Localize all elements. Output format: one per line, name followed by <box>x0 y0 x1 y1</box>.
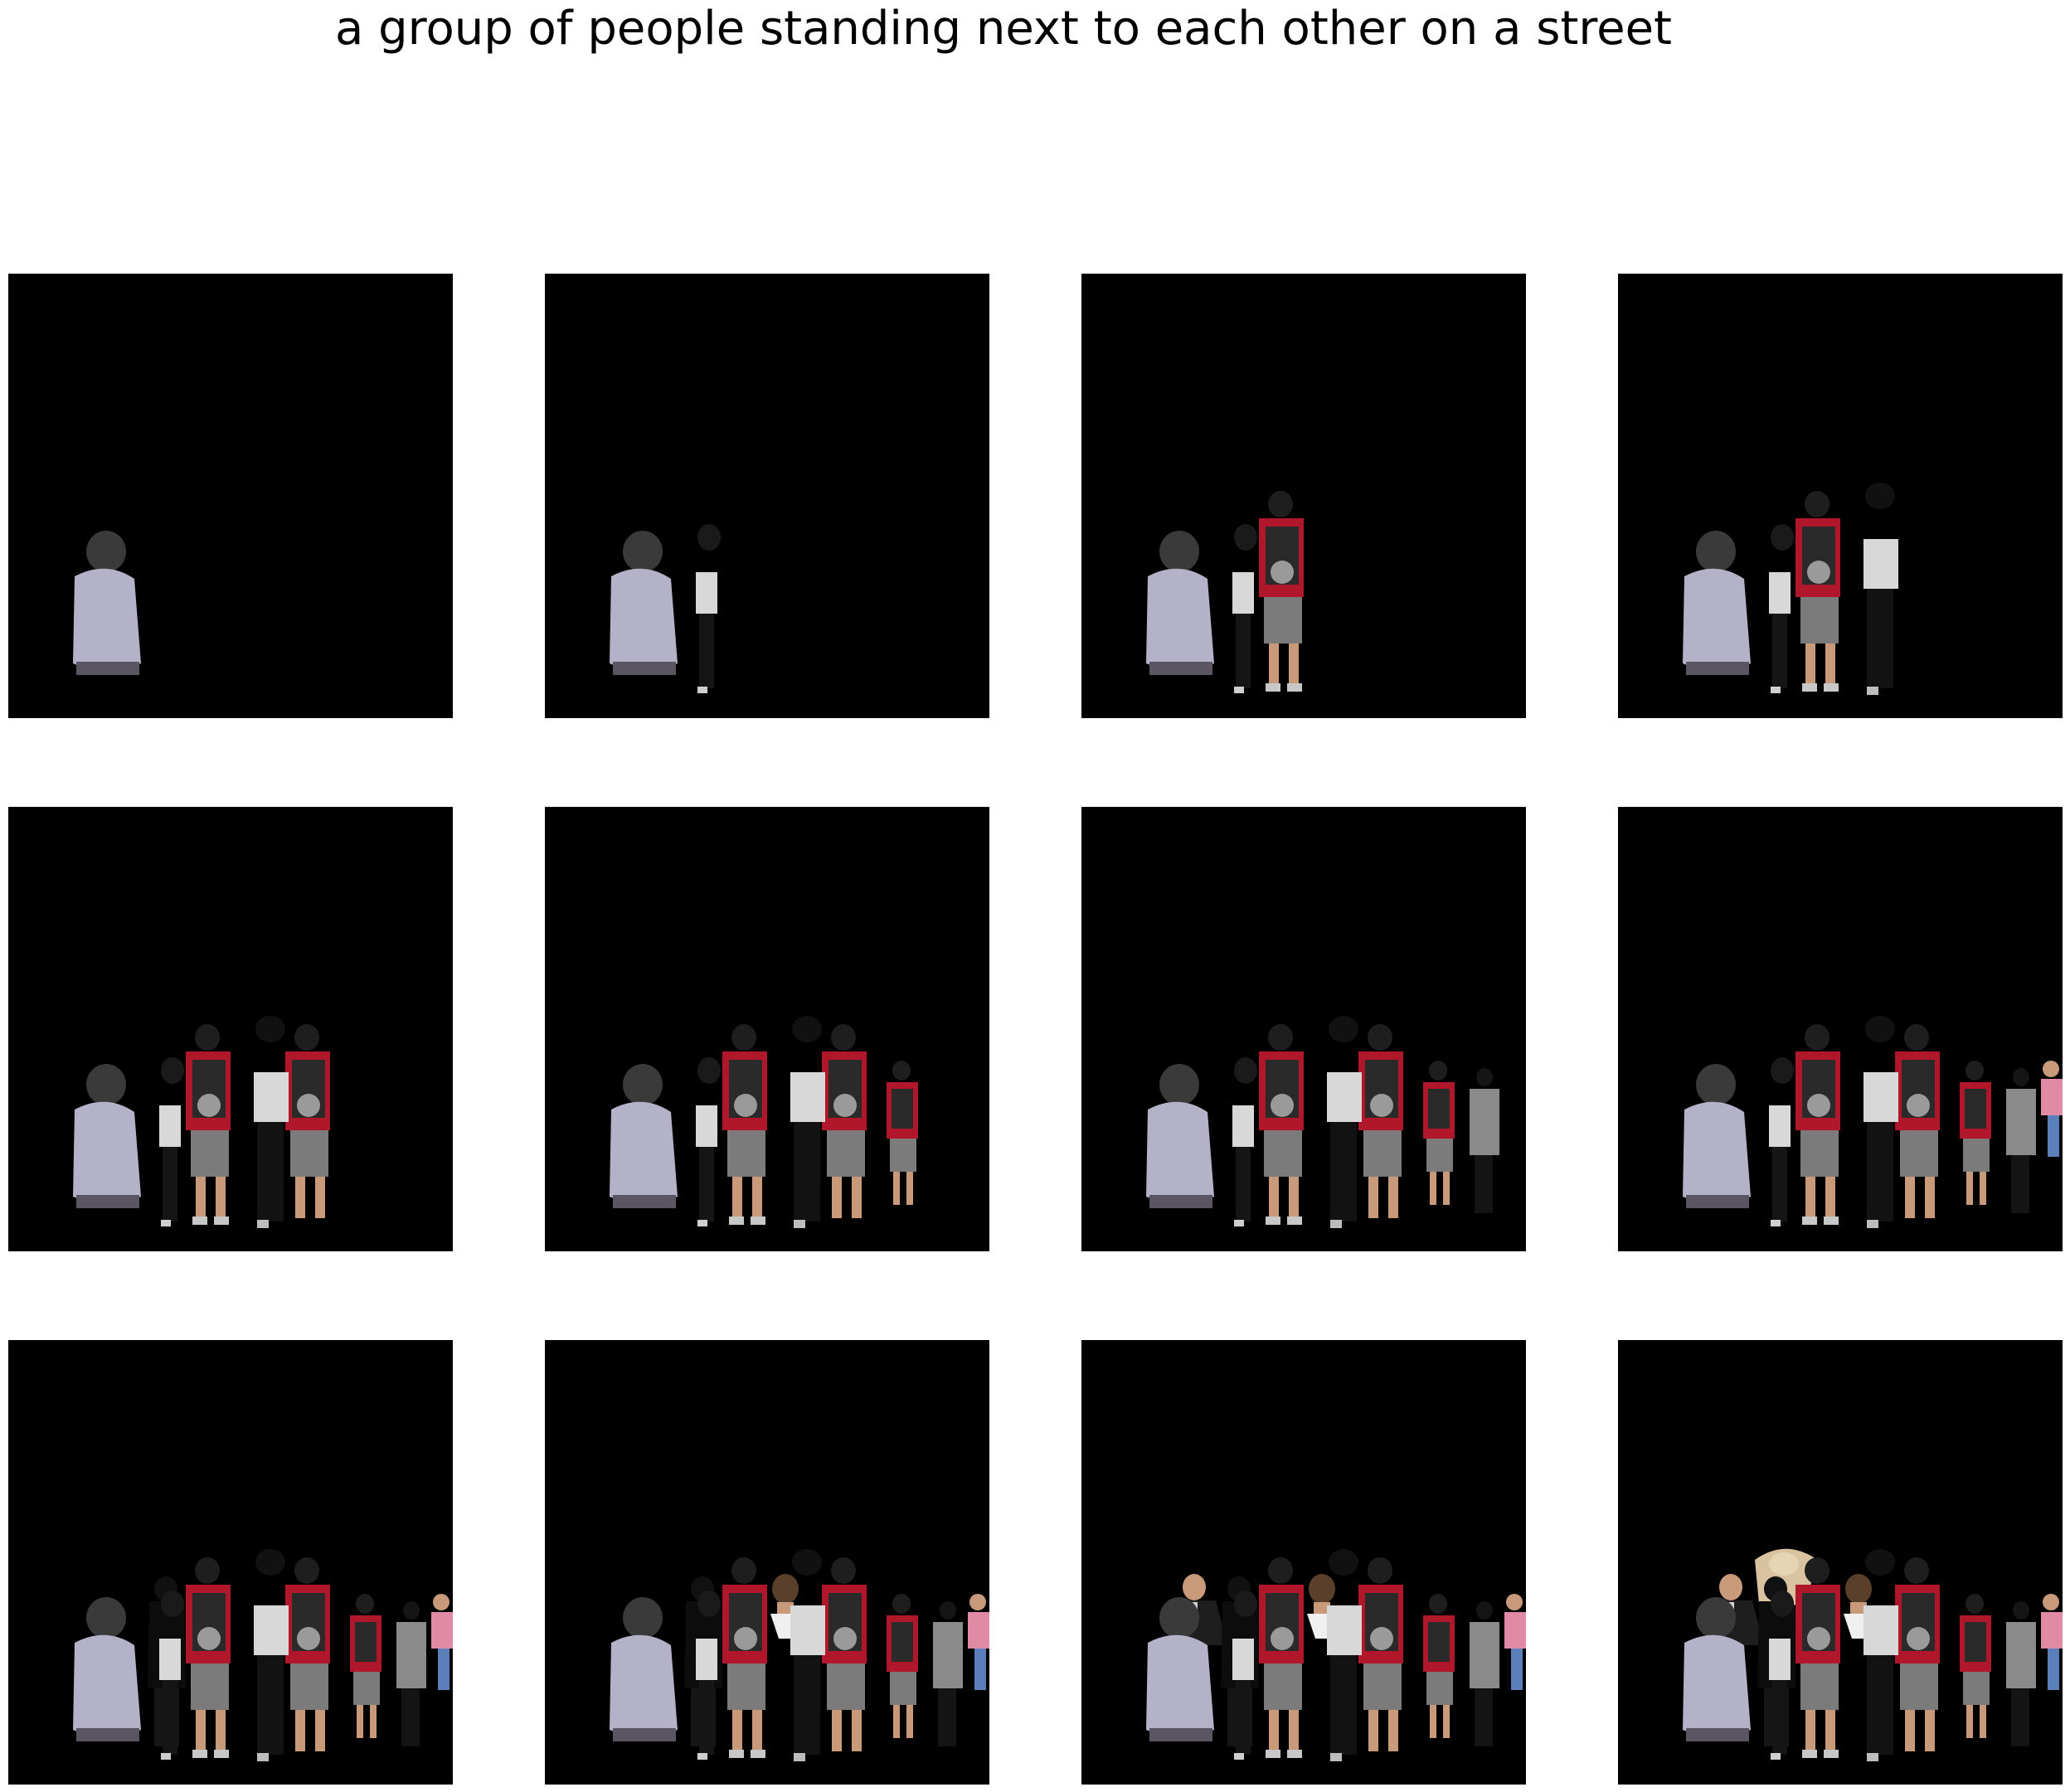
image-panel-2 <box>545 274 989 718</box>
person-gray-hoodie-seated <box>1146 1064 1214 1208</box>
person-red-shirt-backpack-1 <box>186 1024 231 1225</box>
person-red-shirt-backpack-2 <box>285 1557 330 1751</box>
person-red-shirt-backpack-2 <box>1895 1557 1940 1751</box>
person-pink-shirt <box>2041 1061 2063 1157</box>
panel-image <box>73 1016 330 1228</box>
person-red-shirt-backpack-1 <box>1795 491 1840 692</box>
panel-image <box>1683 1016 2063 1228</box>
person-red-shirt-child <box>1423 1594 1455 1738</box>
person-gray-jacket <box>2006 1068 2036 1213</box>
person-gray-hoodie-seated <box>610 1064 678 1208</box>
person-gray-hoodie-seated <box>1683 531 1751 675</box>
person-red-shirt-backpack-1 <box>1259 1557 1304 1758</box>
person-pink-shirt <box>431 1594 453 1690</box>
image-panel-9 <box>8 1340 453 1785</box>
image-panel-6 <box>545 807 989 1251</box>
person-red-shirt-child <box>1423 1061 1455 1205</box>
person-red-shirt-backpack-1 <box>722 1557 767 1758</box>
person-pink-shirt <box>2041 1594 2063 1690</box>
person-red-shirt-backpack-2 <box>1358 1024 1403 1218</box>
person-gray-hoodie-seated <box>1683 1064 1751 1208</box>
person-red-shirt-backpack-2 <box>1358 1557 1403 1751</box>
image-panel-11 <box>1081 1340 1526 1785</box>
image-panel-10 <box>545 1340 989 1785</box>
panel-image <box>610 1016 918 1228</box>
panel-image <box>1683 483 1898 695</box>
person-gray-jacket <box>1470 1601 1499 1746</box>
person-red-shirt-backpack-2 <box>822 1557 867 1751</box>
person-red-shirt-backpack-1 <box>722 1024 767 1225</box>
person-white-top-black-pants <box>790 1016 825 1228</box>
person-white-top-black-pants <box>1327 1016 1362 1228</box>
person-gray-jacket <box>1470 1068 1499 1213</box>
image-panel-12 <box>1618 1340 2063 1785</box>
person-red-shirt-backpack-2 <box>822 1024 867 1218</box>
person-gray-hoodie-seated <box>610 1597 678 1741</box>
person-red-shirt-child <box>1960 1594 1991 1738</box>
panel-image <box>1146 1016 1499 1228</box>
person-gray-hoodie-seated <box>610 531 678 675</box>
person-red-shirt-backpack-1 <box>186 1557 231 1758</box>
person-red-shirt-backpack-1 <box>1795 1024 1840 1225</box>
person-white-top-black-pants <box>254 1549 289 1761</box>
panel-image <box>1146 1549 1526 1761</box>
image-panel-7 <box>1081 807 1526 1251</box>
person-gray-jacket <box>396 1601 426 1746</box>
image-panel-4 <box>1618 274 2063 718</box>
panel-image <box>610 1549 989 1761</box>
person-red-shirt-backpack-1 <box>1259 1024 1304 1225</box>
person-gray-hoodie-seated <box>73 1064 141 1208</box>
person-red-shirt-child <box>887 1061 918 1205</box>
person-gray-jacket <box>933 1601 963 1746</box>
person-dark-small <box>1232 1057 1257 1226</box>
person-pink-shirt <box>1504 1594 1526 1690</box>
image-panel-1 <box>8 274 453 718</box>
person-dark-small <box>159 1057 184 1226</box>
person-white-top-black-pants <box>254 1016 289 1228</box>
person-gray-hoodie-seated <box>1146 531 1214 675</box>
person-pink-shirt <box>968 1594 989 1690</box>
person-red-shirt-backpack-1 <box>1259 491 1304 692</box>
person-dark-small <box>696 524 721 693</box>
image-panel-3 <box>1081 274 1526 718</box>
person-dark-small <box>1769 1057 1794 1226</box>
person-white-top-black-pants <box>1863 483 1898 695</box>
person-red-shirt-child <box>350 1594 381 1738</box>
person-gray-hoodie-seated <box>73 1597 141 1741</box>
person-dark-small <box>1232 524 1257 693</box>
person-red-shirt-child <box>887 1594 918 1738</box>
person-dark-small <box>1769 524 1794 693</box>
person-white-top-black-pants <box>1863 1016 1898 1228</box>
figure-title: a group of people standing next to each … <box>334 2 1673 56</box>
person-red-shirt-backpack-1 <box>1795 1557 1840 1758</box>
person-red-shirt-child <box>1960 1061 1991 1205</box>
person-red-shirt-backpack-2 <box>1895 1024 1940 1218</box>
panel-image <box>1146 491 1304 693</box>
image-panel-8 <box>1618 807 2063 1251</box>
panel-image <box>1683 1548 2063 1761</box>
person-dark-small <box>696 1057 721 1226</box>
panel-image <box>610 524 721 693</box>
person-red-shirt-backpack-2 <box>285 1024 330 1218</box>
panel-image <box>73 531 141 675</box>
panel-image <box>73 1549 453 1761</box>
person-gray-jacket <box>2006 1601 2036 1746</box>
image-panel-5 <box>8 807 453 1251</box>
person-gray-hoodie-seated <box>73 531 141 675</box>
